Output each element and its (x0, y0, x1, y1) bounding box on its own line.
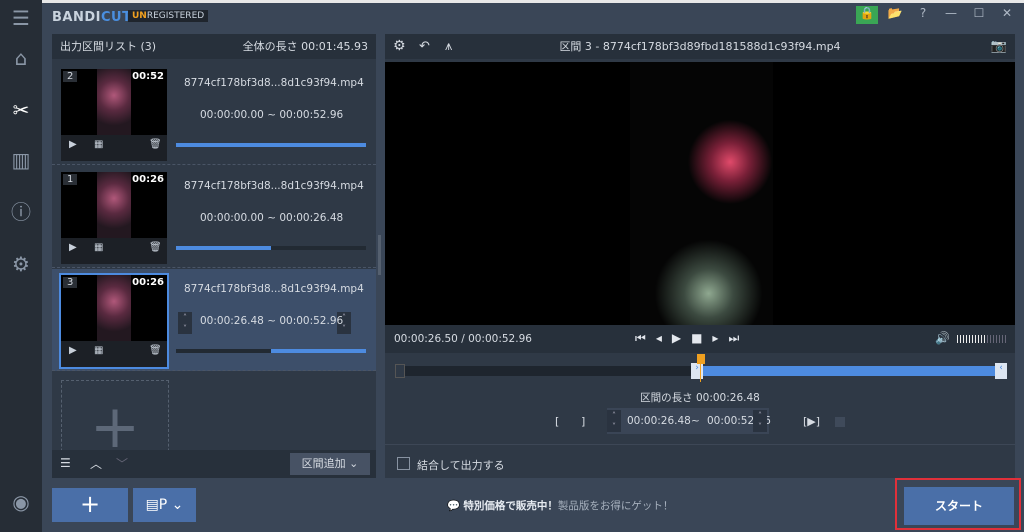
next-segment-button[interactable]: ⏭ (728, 331, 749, 345)
play-segment-button[interactable]: [▶] (803, 415, 820, 428)
start-button[interactable]: スタート (904, 487, 1014, 525)
video-preview[interactable] (385, 62, 1015, 325)
play-button[interactable]: ▶ (672, 331, 691, 345)
logo: BANDICUT (52, 10, 132, 25)
list-item[interactable]: 2 00:52 ▶ ▦ 🗑 8774cf178bf3d8...8d1c93f94.… (52, 63, 376, 165)
list-item[interactable]: 1 00:26 ▶ ▦ 🗑 8774cf178bf3d8...8d1c93f94.… (52, 166, 376, 268)
playback-bar: 00:00:26.50 / 00:00:52.96 ⏮◂▶■▸⏭ 🔊 (385, 325, 1015, 353)
range-inputs: ˄ ˅ 00:00:26.48 ~ 00:00:52.96 ˄ ˅ (607, 408, 771, 434)
play-icon[interactable]: ▶ (69, 242, 77, 253)
sidebar: ☰ ⌂ ✂ ▥ ⓘ ⚙ ◉ (0, 0, 42, 532)
gear-icon[interactable]: ⚙ (9, 252, 33, 276)
segment-bar (176, 246, 366, 250)
prev-segment-button[interactable]: ⏮ (635, 331, 656, 345)
play-icon[interactable]: ▶ (69, 139, 77, 150)
add-button[interactable]: + (52, 488, 128, 522)
help-button[interactable]: ? (912, 6, 934, 24)
segment-range[interactable]: 00:00:26.48 ~ 00:00:52.96 (200, 315, 343, 327)
set-end-button[interactable]: ] (581, 415, 585, 428)
split-icon[interactable]: ▦ (94, 242, 103, 253)
split-icon[interactable]: ▦ (94, 345, 103, 356)
start-spinner[interactable]: ˄ ˅ (607, 410, 621, 432)
merge-label: 結合して出力する (417, 459, 505, 472)
thumbnail[interactable]: 3 00:26 ▶ ▦ 🗑 (59, 273, 169, 369)
trash-icon[interactable]: 🗑 (149, 139, 162, 150)
splitter[interactable] (378, 235, 381, 275)
start-time-input[interactable]: 00:00:26.48 (627, 408, 691, 434)
promo-banner[interactable]: 💬 特別価格で販売中！製品版をお得にゲット！ (447, 498, 673, 513)
selected-range (695, 366, 1005, 376)
trash-icon[interactable]: 🗑 (149, 345, 162, 356)
player-title: 区間 3 - 8774cf178bf3d89fbd181588d1c93f94.… (559, 40, 841, 53)
unregistered-badge[interactable]: UNREGISTERED (128, 10, 209, 22)
file-name: 8774cf178bf3d8...8d1c93f94.mp4 (184, 283, 364, 295)
end-spinner[interactable]: ˄ ˅ (753, 410, 767, 432)
playhead[interactable] (697, 354, 705, 364)
menu-icon[interactable]: ☰ (9, 6, 33, 30)
split-icon[interactable]: ▦ (94, 139, 103, 150)
list-item[interactable]: 3 00:26 ▶ ▦ 🗑 8774cf178bf3d8...8d1c93f94.… (52, 269, 376, 371)
start-spinner[interactable]: ˄ ˅ (178, 312, 192, 334)
rotate-icon[interactable]: ↶ (419, 34, 430, 59)
play-icon[interactable]: ▶ (69, 345, 77, 356)
move-down-icon[interactable]: ﹀ (116, 455, 128, 472)
maximize-button[interactable]: ☐ (968, 6, 990, 24)
timeline[interactable]: › ‹ (395, 354, 1007, 382)
move-up-icon[interactable]: ︿ (90, 455, 102, 472)
chat-icon: 💬 (447, 500, 461, 512)
top-strip (0, 0, 1024, 3)
range-end-handle[interactable]: ‹ (995, 363, 1007, 379)
prev-frame-button[interactable]: ◂ (656, 331, 672, 345)
player-panel: ⚙ ↶ ⩚ 区間 3 - 8774cf178bf3d89fbd181588d1c… (385, 34, 1015, 478)
home-icon[interactable]: ⌂ (9, 46, 33, 70)
list-title: 出力区間リスト (3) (60, 40, 157, 53)
cut-icon[interactable]: ✂ (9, 98, 33, 122)
minimize-button[interactable]: — (940, 6, 962, 24)
segment-range: 00:00:00.00 ~ 00:00:52.96 (200, 109, 344, 121)
range-start-handle[interactable]: › (691, 363, 703, 379)
segment-bar (176, 349, 366, 353)
close-button[interactable]: ✕ (996, 6, 1018, 24)
list-header: 出力区間リスト (3) 全体の長さ 00:01:45.93 (52, 34, 376, 59)
time-readout: 00:00:26.50 / 00:00:52.96 (394, 333, 532, 345)
trash-icon[interactable]: 🗑 (149, 242, 162, 253)
stop-button[interactable]: ■ (691, 331, 712, 345)
flip-icon[interactable]: ⩚ (445, 34, 452, 59)
list-toolbar: ☰ ︿ ﹀ 区間追加 ⌄ (52, 450, 376, 478)
thumbnail[interactable]: 1 00:26 ▶ ▦ 🗑 (61, 172, 167, 264)
segment-bar (176, 143, 366, 147)
snapshot-icon[interactable]: 📷 (991, 34, 1007, 59)
set-start-button[interactable]: [ (555, 415, 559, 428)
add-segment-button[interactable]: 区間追加 ⌄ (290, 453, 370, 475)
file-name: 8774cf178bf3d8...8d1c93f94.mp4 (184, 180, 364, 192)
stop-segment-button[interactable] (835, 417, 845, 427)
info-icon[interactable]: ⓘ (9, 200, 33, 224)
record-icon[interactable]: ◉ (9, 490, 33, 514)
film-icon[interactable]: ▥ (9, 148, 33, 172)
folder-icon[interactable]: 📂 (884, 6, 906, 24)
total-length: 全体の長さ 00:01:45.93 (242, 40, 368, 53)
volume-slider[interactable] (957, 335, 1007, 343)
segment-length: 区間の長さ 00:00:26.48 (640, 392, 760, 404)
timeline-start-handle[interactable] (395, 364, 405, 378)
settings-icon[interactable]: ⚙ (393, 34, 406, 59)
merge-checkbox[interactable] (397, 457, 410, 470)
segment-range: 00:00:00.00 ~ 00:00:26.48 (200, 212, 344, 224)
file-name: 8774cf178bf3d8...8d1c93f94.mp4 (184, 77, 364, 89)
output-format-button[interactable]: ▤P ⌄ (133, 488, 196, 522)
volume-icon[interactable]: 🔊 (935, 331, 950, 345)
clear-list-icon[interactable]: ☰ (60, 456, 71, 470)
thumbnail[interactable]: 2 00:52 ▶ ▦ 🗑 (61, 69, 167, 161)
lock-icon[interactable]: 🔒 (856, 6, 878, 24)
next-frame-button[interactable]: ▸ (712, 331, 728, 345)
